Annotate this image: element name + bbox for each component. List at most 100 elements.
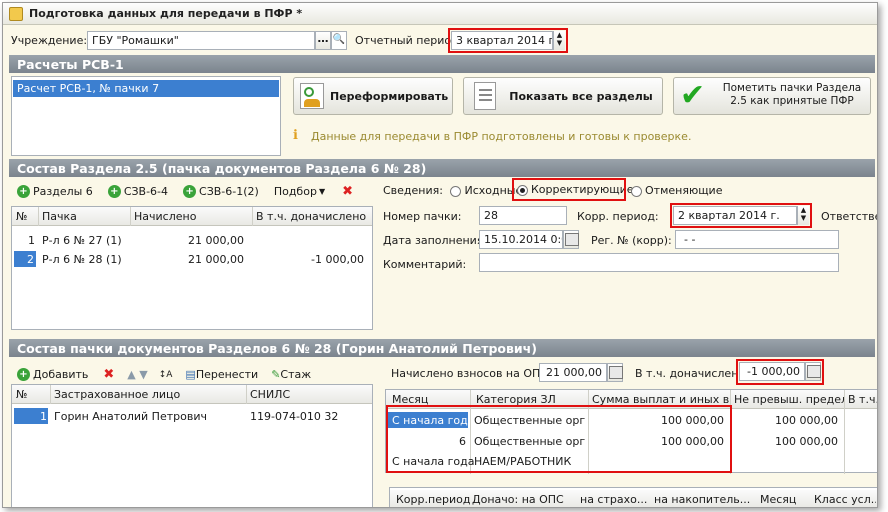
sum-grid[interactable]: Месяц Категория ЗЛ Сумма выплат и иных в… [385,389,877,474]
row-n: 1 [28,234,35,247]
razdely-button[interactable]: Разделы 6 [33,185,93,198]
bottom-grid-header: Корр.период Доначо: на ОПС на страхо... … [390,490,877,507]
title-bar: Подготовка данных для передачи в ПФР * [3,3,877,25]
reform-button-label: Переформировать [330,90,449,103]
table-row[interactable]: 1 Р-л 6 № 27 (1) 21 000,00 [12,231,372,249]
open-icon[interactable]: 🔍 [331,31,347,50]
row-snils: 119-074-010 32 [250,410,339,423]
arrow-down-icon[interactable]: ▼ [139,368,147,381]
col-korr: Корр.период [396,493,471,506]
svedenia-group: Сведения: Исходные [383,184,522,197]
korr-spinner[interactable]: ▲ ▼ [797,206,809,225]
table-row[interactable]: 1 Горин Анатолий Петрович 119-074-010 32 [12,407,372,425]
reform-button[interactable]: Переформировать [293,77,453,115]
row-mes: С начала года [388,412,468,428]
col-klass: Класс усл... [814,493,876,506]
period-spinner[interactable]: ▲ ▼ [553,31,565,50]
table-row[interactable]: 2 Р-л 6 № 28 (1) 21 000,00 -1 000,00 [12,250,372,268]
table-row[interactable]: С начала года НАЕМ/РАБОТНИК [386,452,877,470]
institution-label: Учреждение: [11,34,88,47]
data-label: Дата заполнения: [383,234,488,247]
nomer-label: Номер пачки: [383,210,462,223]
reg-field[interactable]: - - [675,230,839,249]
nachisl-label: Начислено взносов на ОПС: [391,367,552,380]
radio-otmen-label: Отменяющие [645,184,723,197]
row-fio: Горин Анатолий Петрович [54,410,207,423]
podbor-button[interactable]: Подбор [274,185,317,198]
pack-table-header: № Застрахованное лицо СНИЛС [12,385,372,404]
row-neprev: 100 000,00 [775,414,838,427]
komm-label: Комментарий: [383,258,467,271]
donach-field[interactable]: -1 000,00 [739,362,805,381]
col-snils: СНИЛС [250,388,291,401]
row-kat: Общественные орг... [474,414,586,427]
sum-grid-header: Месяц Категория ЗЛ Сумма выплат и иных в… [386,390,877,409]
sort-icon[interactable]: ↕A [159,370,173,380]
korr-field-wrapper: 2 квартал 2014 г. ▲ ▼ [670,203,812,228]
arrow-up-icon[interactable]: ▲ [127,368,135,381]
donach-field-wrapper: -1 000,00 [736,359,824,385]
row-n: 2 [14,251,36,267]
add-icon: + [107,185,121,198]
radio-ishodnye-label: Исходные [464,184,523,197]
sec25-table[interactable]: № Пачка Начислено В т.ч. доначислено 1 Р… [11,206,373,330]
korr-label: Корр. период: [577,210,659,223]
document-list-icon [474,82,496,110]
document-icon [9,7,23,21]
col-mes: Месяц [760,493,797,506]
radio-otmen-group: Отменяющие [631,184,722,197]
period-field[interactable]: 3 квартал 2014 г. [451,31,553,50]
row-kat: НАЕМ/РАБОТНИК [474,455,572,468]
nachisl-field[interactable]: 21 000,00 [539,363,607,382]
korr-field[interactable]: 2 квартал 2014 г. [673,206,797,225]
donach-label: В т.ч. доначислено: [635,367,749,380]
bottom-grid[interactable]: Корр.период Доначо: на ОПС на страхо... … [389,487,877,507]
add-icon: + [17,368,30,381]
komm-field[interactable] [479,253,839,272]
nomer-field[interactable]: 28 [479,206,567,225]
data-field[interactable]: 15.10.2014 0:00 [479,230,563,249]
window-title: Подготовка данных для передачи в ПФР * [29,7,303,20]
col-summa: Сумма выплат и иных в... [592,393,730,406]
row-pachka: Р-л 6 № 28 (1) [42,253,122,266]
row-kat: Общественные орг... [474,435,586,448]
col-pachka: Пачка [42,210,77,223]
row-summa: 100 000,00 [661,414,724,427]
institution-field[interactable]: ГБУ "Ромашки" [87,31,315,50]
mark-accepted-button[interactable]: ✔ Пометить пачки Раздела 2.5 как приняты… [673,77,871,115]
rsv-list[interactable]: Расчет РСВ-1, № пачки 7 [11,76,281,156]
calculator-icon [609,366,623,379]
table-row[interactable]: С начала года Общественные орг... 100 00… [386,411,877,429]
add-icon: + [17,185,30,198]
szv64-button[interactable]: СЗВ-6-4 [124,185,168,198]
col-ops: Доначо: на ОПС [472,493,564,506]
institution-select-button[interactable]: … [315,31,331,50]
delete-icon[interactable]: ✖ [342,184,353,199]
col-fio: Застрахованное лицо [54,388,181,401]
pack-table[interactable]: № Застрахованное лицо СНИЛС 1 Горин Анат… [11,384,373,507]
stazh-button[interactable]: Стаж [280,368,311,381]
col-n: № [16,388,28,401]
section-25: Состав Раздела 2.5 (пачка документов Раз… [9,159,875,177]
calendar-button[interactable] [563,230,579,249]
add-button[interactable]: Добавить [33,368,88,381]
table-row[interactable]: 6 Общественные орг... 100 000,00 100 000… [386,432,877,450]
pack-toolbar: + Добавить ✖ ▲ ▼ ↕A ▤Перенести ✎Стаж [17,367,311,382]
radio-korr[interactable] [517,184,528,196]
show-sections-button[interactable]: Показать все разделы [463,77,663,115]
col-strah: на страхо... [580,493,648,506]
col-nachisleno: Начислено [134,210,197,223]
delete-icon[interactable]: ✖ [103,367,114,382]
col-kat: Категория ЗЛ [476,393,556,406]
calculator-button[interactable] [805,362,821,381]
col-donach: В т.ч. доначислено [256,210,367,223]
radio-otmen[interactable] [631,185,642,197]
rsv-list-item[interactable]: Расчет РСВ-1, № пачки 7 [13,80,279,97]
row-pachka: Р-л 6 № 27 (1) [42,234,122,247]
mark-accepted-label: Пометить пачки Раздела 2.5 как принятые … [722,82,862,107]
calculator-button[interactable] [607,363,623,382]
radio-ishodnye[interactable] [450,185,462,197]
szv612-button[interactable]: СЗВ-6-1(2) [199,185,259,198]
col-mes: Месяц [392,393,429,406]
move-button[interactable]: Перенести [196,368,258,381]
